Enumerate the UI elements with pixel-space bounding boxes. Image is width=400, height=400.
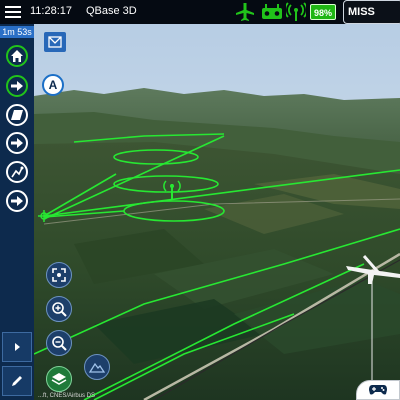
battery-indicator: 98% [310,4,336,20]
arrow-right-icon [11,81,23,91]
gamepad-icon [369,385,387,395]
app-name: QBase 3D [86,5,137,17]
map-attribution: ...ft, CNES/Airbus DS [38,393,96,399]
terrain-scene [34,24,400,400]
remote-controller-icon[interactable] [260,3,284,21]
top-bar: 11:28:17 QBase 3D 98% MISS [0,0,400,24]
airplane-icon[interactable] [234,2,256,22]
menu-button[interactable] [2,2,24,22]
hamburger-icon [5,6,21,18]
land-button[interactable] [6,104,28,126]
gamepad-button[interactable] [356,380,400,400]
waypoint-label: A [48,78,58,92]
expand-button[interactable] [2,332,32,362]
zoom-in-icon [52,302,67,317]
clock: 11:28:17 [30,5,73,17]
flight-timer: 1m 53s [0,26,34,38]
home-icon [11,50,23,62]
home-button[interactable] [6,45,28,67]
mission-button[interactable]: MISS [343,0,400,24]
path-button[interactable] [6,161,28,183]
layers-icon [51,373,67,385]
land-icon [11,110,23,120]
chevron-right-icon [15,343,20,351]
next-button[interactable] [6,132,28,154]
arrow-right-icon [11,196,23,206]
fit-view-button[interactable] [46,262,72,288]
message-button[interactable] [44,32,66,52]
zoom-out-button[interactable] [46,330,72,356]
signal-icon[interactable] [286,2,306,22]
next-step-button[interactable] [6,190,28,212]
layers-button[interactable] [46,366,72,392]
terrain-icon [89,362,105,373]
terrain-button[interactable] [84,354,110,380]
waypoint-path-icon [11,166,24,178]
waypoint-a-marker[interactable]: A [42,74,64,96]
arrow-right-icon [11,138,23,148]
zoom-out-icon [52,336,67,351]
pencil-icon [12,376,22,386]
forward-button[interactable] [6,75,28,97]
fit-view-icon [52,268,66,282]
zoom-in-button[interactable] [46,296,72,322]
map-3d-view[interactable]: A [34,24,400,400]
edit-button[interactable] [2,366,32,396]
envelope-icon [48,36,62,48]
